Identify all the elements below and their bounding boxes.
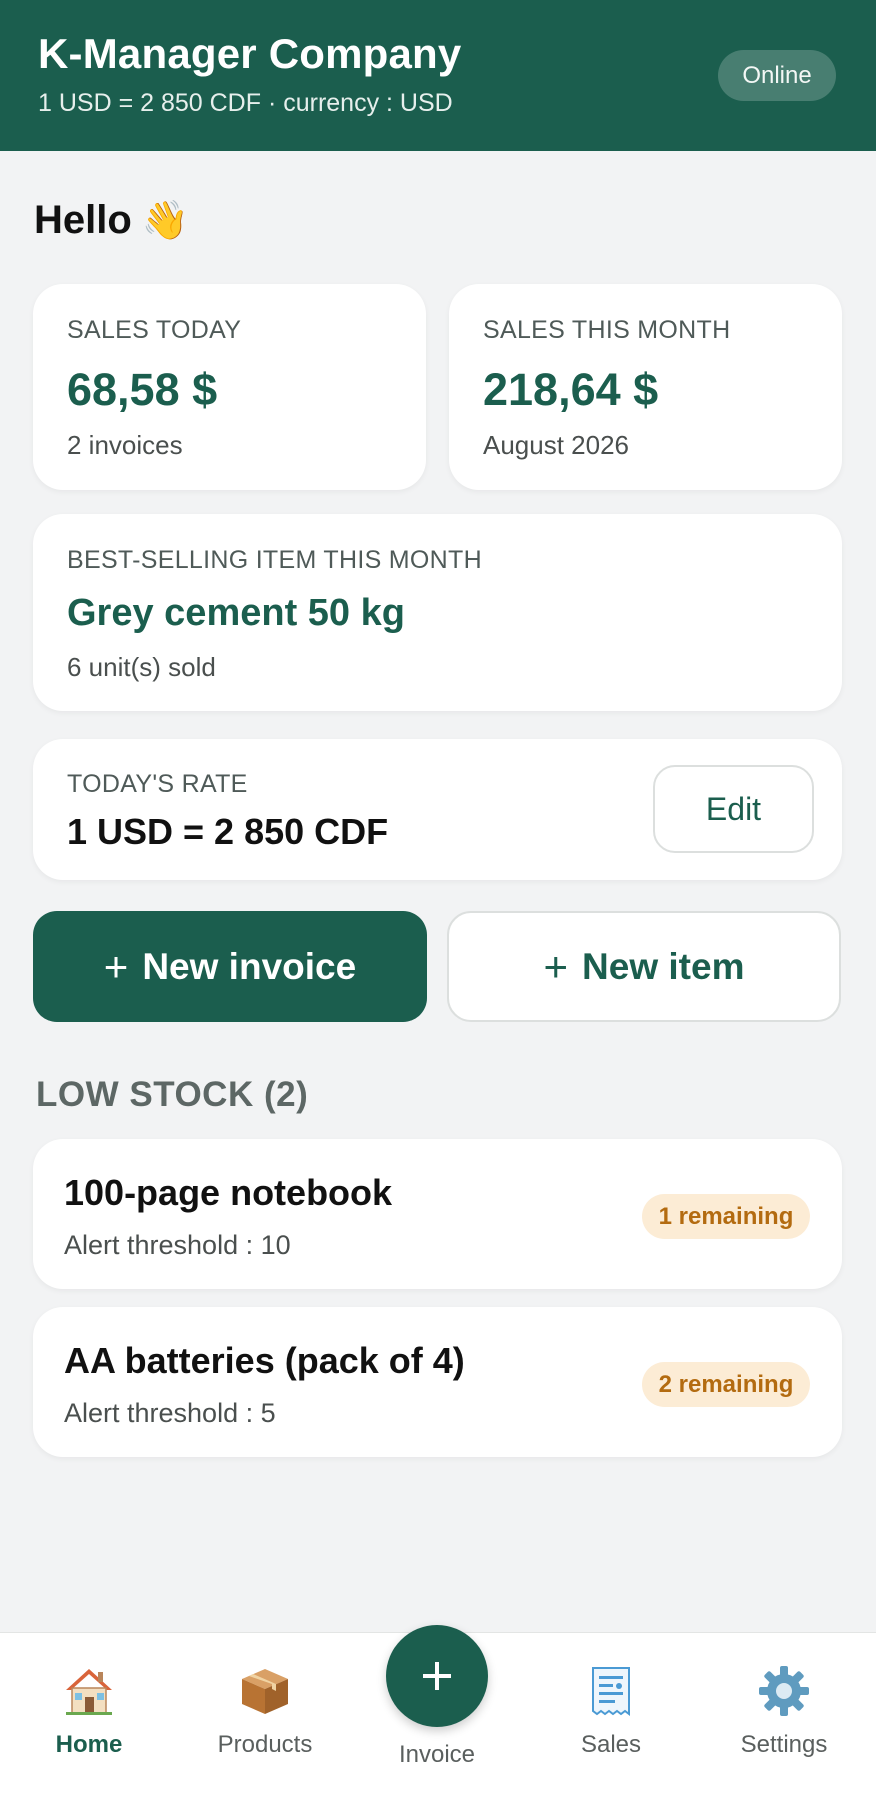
sales-today-value: 68,58 $ <box>67 364 218 415</box>
alert-threshold: Alert threshold : 10 <box>64 1230 291 1260</box>
rate-value: 1 USD = 2 850 CDF <box>67 811 389 852</box>
low-stock-item[interactable]: AA batteries (pack of 4) Alert threshold… <box>33 1307 842 1457</box>
sales-month-value: 218,64 $ <box>483 364 659 415</box>
nav-home-label: Home <box>55 1731 123 1758</box>
sales-today-card: SALES TODAY 68,58 $ 2 invoices <box>33 284 426 490</box>
low-stock-heading: LOW STOCK (2) <box>36 1075 309 1114</box>
home-icon <box>62 1663 116 1719</box>
nav-products-label: Products <box>217 1731 313 1758</box>
sales-month-label: SALES THIS MONTH <box>483 316 731 344</box>
nav-sales-label: Sales <box>580 1731 642 1758</box>
sales-today-label: SALES TODAY <box>67 316 242 344</box>
package-icon <box>238 1663 292 1719</box>
best-seller-card: BEST-SELLING ITEM THIS MONTH Grey cement… <box>33 514 842 711</box>
nav-products[interactable]: Products <box>195 1663 335 1759</box>
remaining-badge: 1 remaining <box>642 1194 810 1239</box>
sales-month-period: August 2026 <box>483 430 630 460</box>
plus-icon <box>423 1662 451 1690</box>
app-header: K-Manager Company 1 USD = 2 850 CDF · cu… <box>0 0 876 151</box>
online-status-badge: Online <box>718 50 836 101</box>
nav-invoice-fab[interactable] <box>386 1625 488 1727</box>
item-name: AA batteries (pack of 4) <box>64 1340 465 1381</box>
plus-icon: + <box>103 942 129 990</box>
new-item-label: New item <box>582 945 745 987</box>
best-seller-label: BEST-SELLING ITEM THIS MONTH <box>67 546 482 574</box>
greeting-text: Hello <box>34 198 132 242</box>
nav-home[interactable]: Home <box>19 1663 159 1759</box>
plus-icon: + <box>543 942 569 990</box>
sales-today-invoices: 2 invoices <box>67 430 183 460</box>
item-name: 100-page notebook <box>64 1172 393 1213</box>
low-stock-item[interactable]: 100-page notebook Alert threshold : 10 1… <box>33 1139 842 1289</box>
new-invoice-button[interactable]: + New invoice <box>33 911 427 1022</box>
nav-invoice-label[interactable]: Invoice <box>367 1741 507 1769</box>
nav-sales[interactable]: Sales <box>541 1663 681 1759</box>
new-item-button[interactable]: + New item <box>447 911 841 1022</box>
header-subtitle: 1 USD = 2 850 CDF · currency : USD <box>38 89 453 117</box>
remaining-badge: 2 remaining <box>642 1362 810 1407</box>
nav-settings[interactable]: Settings <box>714 1663 854 1759</box>
new-invoice-label: New invoice <box>142 945 357 987</box>
greeting: Hello 👋 <box>34 198 189 243</box>
best-seller-units: 6 unit(s) sold <box>67 652 216 682</box>
company-title: K-Manager Company <box>38 30 462 77</box>
nav-settings-label: Settings <box>740 1731 828 1758</box>
edit-rate-button[interactable]: Edit <box>653 765 814 853</box>
alert-threshold: Alert threshold : 5 <box>64 1398 276 1428</box>
gear-icon <box>757 1663 811 1719</box>
receipt-icon <box>584 1663 638 1719</box>
waving-hand-icon: 👋 <box>141 199 190 242</box>
exchange-rate-card: TODAY'S RATE 1 USD = 2 850 CDF Edit <box>33 739 842 880</box>
rate-label: TODAY'S RATE <box>67 770 248 798</box>
best-seller-name: Grey cement 50 kg <box>67 592 405 634</box>
bottom-navigation: Home Products Invoice Sales Settings <box>0 1625 876 1795</box>
sales-month-card: SALES THIS MONTH 218,64 $ August 2026 <box>449 284 842 490</box>
